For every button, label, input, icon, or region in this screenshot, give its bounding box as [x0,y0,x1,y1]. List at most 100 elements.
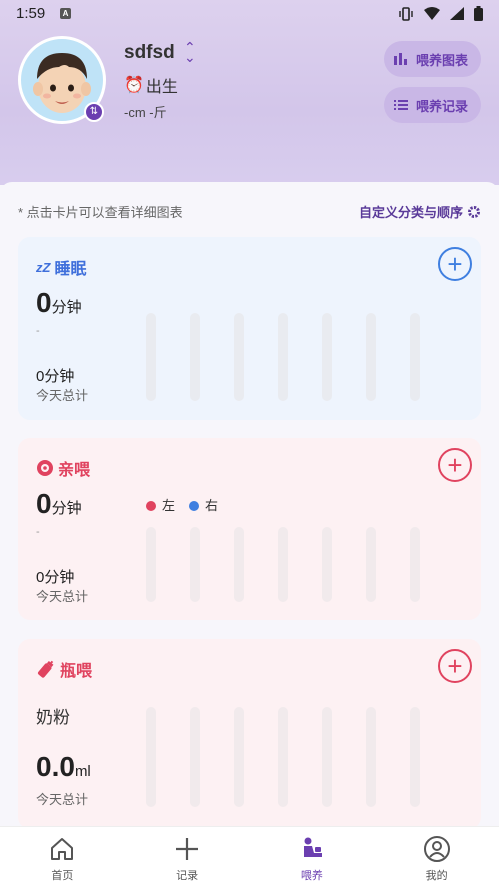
chart-bar [190,313,200,401]
chart-bar [146,313,156,401]
bottle-total-label: 今天总计 [36,792,89,807]
home-icon [51,838,74,860]
nursing-total-value: 0分钟 [36,569,75,586]
alarm-clock-icon: ⏰ [124,77,144,94]
baby-name[interactable]: sdfsd [124,42,175,64]
chevron-updown-icon[interactable]: ⌃ ⌄ [184,40,196,64]
feeding-chart-label: 喂养图表 [416,52,469,68]
chart-bar [322,707,332,807]
wifi-icon [424,7,440,20]
bottle-value-unit: ml [74,763,91,780]
feeding-record-label: 喂养记录 [416,98,469,114]
bottle-value-number: 0.0 [36,751,75,782]
list-icon [394,100,408,110]
sleep-total-value: 0分钟 [36,368,75,385]
legend-right: 右 [189,495,218,514]
chart-bar [278,707,288,807]
chart-bar [190,707,200,807]
sleep-value: 0分钟 [36,287,82,319]
chart-bar [366,707,376,807]
nursing-bars [146,527,420,602]
sleep-title: zZ 睡眠 [36,255,86,279]
add-sleep-button[interactable]: + [438,247,472,281]
tab-record-label: 记录 [176,870,199,882]
chart-bar [234,313,244,401]
gear-icon [468,205,480,218]
status-bar: 1:59 A [0,0,499,28]
bottom-tab-bar: 首页 记录 喂养 我的 [0,826,499,888]
sleep-value-unit: 分钟 [51,299,82,316]
legend-left-dot [146,501,156,511]
tab-profile[interactable]: 我的 [374,827,499,888]
sleep-value-number: 0 [36,287,52,318]
signal-icon [450,7,464,20]
sleep-title-label: 睡眠 [54,261,87,278]
customize-label: 自定义分类与顺序 [358,205,463,220]
breast-icon [37,460,53,476]
nursing-card[interactable]: 亲喂 + 0分钟 - 左 右 0分钟 今天总计 [18,438,481,620]
tab-profile-label: 我的 [425,870,448,882]
tab-feeding-label: 喂养 [300,870,323,882]
notification-icon: A [60,8,71,19]
add-nursing-button[interactable]: + [438,448,472,482]
user-icon [423,836,450,862]
nursing-value-unit: 分钟 [51,500,82,517]
tab-home[interactable]: 首页 [0,827,125,888]
sleep-card[interactable]: zZ 睡眠 + 0分钟 - 0分钟 今天总计 [18,237,481,420]
milk-type: 奶粉 [36,708,70,727]
chart-bar [234,707,244,807]
chart-bar [278,527,288,602]
bottle-icon [37,660,54,678]
chart-bar [278,313,288,401]
chart-bar [190,527,200,602]
feeding-chart-button[interactable]: 喂养图表 [384,41,481,77]
chart-bar [410,527,420,602]
sleep-total-label: 今天总计 [36,388,89,403]
nursing-sub: - [36,526,40,538]
feeding-icon [303,837,322,857]
tab-record[interactable]: 记录 [125,827,250,888]
nursing-legend: 左 右 [146,495,218,514]
switch-baby-icon[interactable]: ⇅ [84,102,104,122]
legend-right-label: 右 [205,498,219,513]
chart-bar [322,527,332,602]
hint-text: * 点击卡片可以查看详细图表 [18,205,183,220]
bottle-value: 0.0ml [36,751,91,783]
bottle-bars [146,707,420,807]
chart-bar [146,527,156,602]
legend-left: 左 [146,495,175,514]
add-bottle-button[interactable]: + [438,649,472,683]
bar-chart-icon [394,53,407,65]
customize-categories-link[interactable]: 自定义分类与顺序 [359,202,481,221]
vibrate-icon [399,6,413,21]
nursing-value: 0分钟 [36,488,82,520]
bottle-title: 瓶喂 [36,657,92,681]
sleep-bars [146,313,420,401]
nursing-title: 亲喂 [36,456,90,480]
bottle-card[interactable]: 瓶喂 + 奶粉 0.0ml 今天总计 [18,639,481,829]
chart-bar [410,313,420,401]
tab-feeding[interactable]: 喂养 [250,827,375,888]
legend-left-label: 左 [162,498,176,513]
legend-right-dot [189,501,200,511]
chart-bar [410,707,420,807]
nursing-total-label: 今天总计 [36,589,89,604]
chart-bar [146,707,156,807]
stage-label: 出生 [145,79,178,96]
nursing-value-number: 0 [36,488,52,519]
plus-icon [176,838,199,860]
status-time: 1:59 [16,5,46,22]
battery-icon [474,6,483,21]
chart-bar [366,527,376,602]
nursing-title-label: 亲喂 [58,462,91,479]
tab-home-label: 首页 [51,870,74,882]
bottle-title-label: 瓶喂 [60,663,93,680]
zzz-icon: zZ [36,259,51,275]
chart-bar [366,313,376,401]
sleep-sub: - [36,325,40,337]
feeding-record-button[interactable]: 喂养记录 [384,87,481,123]
chart-bar [234,527,244,602]
header: 1:59 A ⇅ sdfsd ⌃ ⌄ ⏰ 出生 -cm -斤 喂养图表 喂养记录 [0,0,499,185]
chart-bar [322,313,332,401]
baby-stage: ⏰ 出生 [124,73,178,97]
